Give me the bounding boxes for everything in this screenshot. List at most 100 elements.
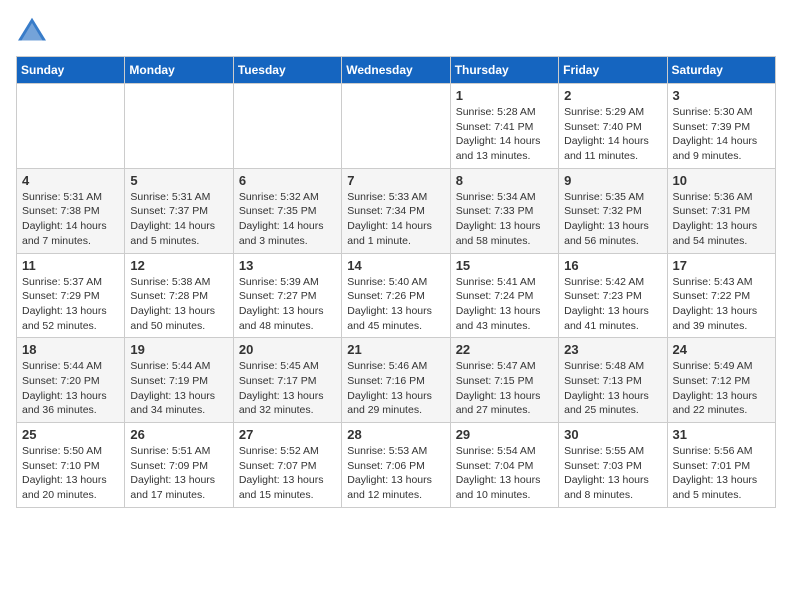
day-number: 25 bbox=[22, 427, 119, 442]
calendar-cell: 22Sunrise: 5:47 AM Sunset: 7:15 PM Dayli… bbox=[450, 338, 558, 423]
calendar-cell: 2 Sunrise: 5:29 AM Sunset: 7:40 PM Daylig… bbox=[559, 84, 667, 169]
calendar-cell: 10 Sunrise: 5:36 AM Sunset: 7:31 PM Dayli… bbox=[667, 168, 775, 253]
day-detail: Sunrise: 5:37 AM Sunset: 7:29 PM Dayligh… bbox=[22, 275, 119, 334]
day-number: 29 bbox=[456, 427, 553, 442]
calendar-cell bbox=[125, 84, 233, 169]
day-detail: Sunrise: 5:41 AM Sunset: 7:24 PM Dayligh… bbox=[456, 275, 553, 334]
calendar-cell: 24Sunrise: 5:49 AM Sunset: 7:12 PM Dayli… bbox=[667, 338, 775, 423]
calendar-cell: 25 Sunrise: 5:50 AM Sunset: 7:10 PM Dayli… bbox=[17, 423, 125, 508]
calendar-cell: 29 Sunrise: 5:54 AM Sunset: 7:04 PM Dayli… bbox=[450, 423, 558, 508]
day-detail: Sunrise: 5:42 AM Sunset: 7:23 PM Dayligh… bbox=[564, 275, 661, 334]
day-detail: Sunrise: 5:30 AM Sunset: 7:39 PM Dayligh… bbox=[673, 105, 770, 164]
day-number: 1 bbox=[456, 88, 553, 103]
calendar-cell: 3 Sunrise: 5:30 AM Sunset: 7:39 PM Daylig… bbox=[667, 84, 775, 169]
day-header-thursday: Thursday bbox=[450, 57, 558, 84]
calendar-week-row: 4 Sunrise: 5:31 AM Sunset: 7:38 PM Daylig… bbox=[17, 168, 776, 253]
day-number: 10 bbox=[673, 173, 770, 188]
day-detail: Sunrise: 5:29 AM Sunset: 7:40 PM Dayligh… bbox=[564, 105, 661, 164]
day-detail: Sunrise: 5:52 AM Sunset: 7:07 PM Dayligh… bbox=[239, 444, 336, 503]
day-detail: Sunrise: 5:43 AM Sunset: 7:22 PM Dayligh… bbox=[673, 275, 770, 334]
day-number: 30 bbox=[564, 427, 661, 442]
day-header-sunday: Sunday bbox=[17, 57, 125, 84]
calendar-cell: 6 Sunrise: 5:32 AM Sunset: 7:35 PM Daylig… bbox=[233, 168, 341, 253]
day-number: 3 bbox=[673, 88, 770, 103]
day-detail: Sunrise: 5:32 AM Sunset: 7:35 PM Dayligh… bbox=[239, 190, 336, 249]
day-detail: Sunrise: 5:44 AM Sunset: 7:20 PM Dayligh… bbox=[22, 359, 119, 418]
day-header-wednesday: Wednesday bbox=[342, 57, 450, 84]
calendar-cell: 9Sunrise: 5:35 AM Sunset: 7:32 PM Daylig… bbox=[559, 168, 667, 253]
day-detail: Sunrise: 5:51 AM Sunset: 7:09 PM Dayligh… bbox=[130, 444, 227, 503]
day-detail: Sunrise: 5:56 AM Sunset: 7:01 PM Dayligh… bbox=[673, 444, 770, 503]
calendar-cell: 21 Sunrise: 5:46 AM Sunset: 7:16 PM Dayli… bbox=[342, 338, 450, 423]
day-detail: Sunrise: 5:33 AM Sunset: 7:34 PM Dayligh… bbox=[347, 190, 444, 249]
day-number: 2 bbox=[564, 88, 661, 103]
calendar-table: SundayMondayTuesdayWednesdayThursdayFrid… bbox=[16, 56, 776, 508]
day-detail: Sunrise: 5:39 AM Sunset: 7:27 PM Dayligh… bbox=[239, 275, 336, 334]
day-detail: Sunrise: 5:36 AM Sunset: 7:31 PM Dayligh… bbox=[673, 190, 770, 249]
calendar-cell: 27 Sunrise: 5:52 AM Sunset: 7:07 PM Dayli… bbox=[233, 423, 341, 508]
day-detail: Sunrise: 5:47 AM Sunset: 7:15 PM Dayligh… bbox=[456, 359, 553, 418]
day-header-friday: Friday bbox=[559, 57, 667, 84]
calendar-cell: 19 Sunrise: 5:44 AM Sunset: 7:19 PM Dayli… bbox=[125, 338, 233, 423]
day-number: 21 bbox=[347, 342, 444, 357]
day-detail: Sunrise: 5:35 AM Sunset: 7:32 PM Dayligh… bbox=[564, 190, 661, 249]
day-detail: Sunrise: 5:54 AM Sunset: 7:04 PM Dayligh… bbox=[456, 444, 553, 503]
day-header-saturday: Saturday bbox=[667, 57, 775, 84]
calendar-cell: 15 Sunrise: 5:41 AM Sunset: 7:24 PM Dayli… bbox=[450, 253, 558, 338]
calendar-cell: 1 Sunrise: 5:28 AM Sunset: 7:41 PM Daylig… bbox=[450, 84, 558, 169]
calendar-cell: 30 Sunrise: 5:55 AM Sunset: 7:03 PM Dayli… bbox=[559, 423, 667, 508]
calendar-cell bbox=[342, 84, 450, 169]
calendar-week-row: 18Sunrise: 5:44 AM Sunset: 7:20 PM Dayli… bbox=[17, 338, 776, 423]
calendar-cell: 8 Sunrise: 5:34 AM Sunset: 7:33 PM Daylig… bbox=[450, 168, 558, 253]
calendar-cell: 14 Sunrise: 5:40 AM Sunset: 7:26 PM Dayli… bbox=[342, 253, 450, 338]
day-detail: Sunrise: 5:45 AM Sunset: 7:17 PM Dayligh… bbox=[239, 359, 336, 418]
day-number: 27 bbox=[239, 427, 336, 442]
calendar-cell: 12 Sunrise: 5:38 AM Sunset: 7:28 PM Dayli… bbox=[125, 253, 233, 338]
day-number: 12 bbox=[130, 258, 227, 273]
day-number: 24 bbox=[673, 342, 770, 357]
calendar-cell: 28Sunrise: 5:53 AM Sunset: 7:06 PM Dayli… bbox=[342, 423, 450, 508]
day-detail: Sunrise: 5:28 AM Sunset: 7:41 PM Dayligh… bbox=[456, 105, 553, 164]
day-number: 16 bbox=[564, 258, 661, 273]
day-number: 14 bbox=[347, 258, 444, 273]
day-detail: Sunrise: 5:44 AM Sunset: 7:19 PM Dayligh… bbox=[130, 359, 227, 418]
day-number: 6 bbox=[239, 173, 336, 188]
logo-icon bbox=[16, 16, 48, 44]
day-number: 31 bbox=[673, 427, 770, 442]
calendar-cell: 20 Sunrise: 5:45 AM Sunset: 7:17 PM Dayli… bbox=[233, 338, 341, 423]
calendar-week-row: 25 Sunrise: 5:50 AM Sunset: 7:10 PM Dayli… bbox=[17, 423, 776, 508]
day-number: 20 bbox=[239, 342, 336, 357]
calendar-cell bbox=[233, 84, 341, 169]
calendar-cell: 23Sunrise: 5:48 AM Sunset: 7:13 PM Dayli… bbox=[559, 338, 667, 423]
day-detail: Sunrise: 5:34 AM Sunset: 7:33 PM Dayligh… bbox=[456, 190, 553, 249]
day-header-monday: Monday bbox=[125, 57, 233, 84]
calendar-cell: 18Sunrise: 5:44 AM Sunset: 7:20 PM Dayli… bbox=[17, 338, 125, 423]
day-number: 15 bbox=[456, 258, 553, 273]
day-detail: Sunrise: 5:38 AM Sunset: 7:28 PM Dayligh… bbox=[130, 275, 227, 334]
calendar-cell: 16 Sunrise: 5:42 AM Sunset: 7:23 PM Dayli… bbox=[559, 253, 667, 338]
day-number: 11 bbox=[22, 258, 119, 273]
day-number: 17 bbox=[673, 258, 770, 273]
page-header bbox=[16, 16, 776, 44]
calendar-cell: 7Sunrise: 5:33 AM Sunset: 7:34 PM Daylig… bbox=[342, 168, 450, 253]
day-number: 4 bbox=[22, 173, 119, 188]
calendar-cell: 11 Sunrise: 5:37 AM Sunset: 7:29 PM Dayli… bbox=[17, 253, 125, 338]
calendar-week-row: 1 Sunrise: 5:28 AM Sunset: 7:41 PM Daylig… bbox=[17, 84, 776, 169]
day-detail: Sunrise: 5:55 AM Sunset: 7:03 PM Dayligh… bbox=[564, 444, 661, 503]
day-detail: Sunrise: 5:31 AM Sunset: 7:38 PM Dayligh… bbox=[22, 190, 119, 249]
logo bbox=[16, 16, 52, 44]
day-detail: Sunrise: 5:40 AM Sunset: 7:26 PM Dayligh… bbox=[347, 275, 444, 334]
calendar-cell: 31 Sunrise: 5:56 AM Sunset: 7:01 PM Dayli… bbox=[667, 423, 775, 508]
day-detail: Sunrise: 5:53 AM Sunset: 7:06 PM Dayligh… bbox=[347, 444, 444, 503]
day-detail: Sunrise: 5:50 AM Sunset: 7:10 PM Dayligh… bbox=[22, 444, 119, 503]
calendar-week-row: 11 Sunrise: 5:37 AM Sunset: 7:29 PM Dayli… bbox=[17, 253, 776, 338]
day-number: 26 bbox=[130, 427, 227, 442]
day-number: 19 bbox=[130, 342, 227, 357]
calendar-cell: 5Sunrise: 5:31 AM Sunset: 7:37 PM Daylig… bbox=[125, 168, 233, 253]
calendar-header-row: SundayMondayTuesdayWednesdayThursdayFrid… bbox=[17, 57, 776, 84]
day-detail: Sunrise: 5:31 AM Sunset: 7:37 PM Dayligh… bbox=[130, 190, 227, 249]
day-detail: Sunrise: 5:46 AM Sunset: 7:16 PM Dayligh… bbox=[347, 359, 444, 418]
day-header-tuesday: Tuesday bbox=[233, 57, 341, 84]
day-number: 23 bbox=[564, 342, 661, 357]
day-number: 8 bbox=[456, 173, 553, 188]
